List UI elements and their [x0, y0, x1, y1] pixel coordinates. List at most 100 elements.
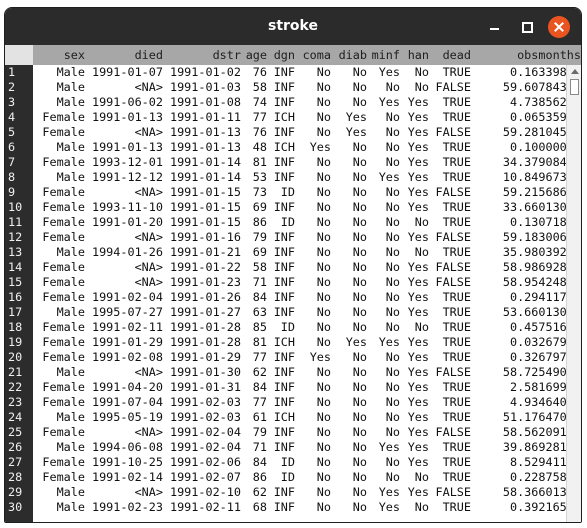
table-row[interactable]: Female 1991-07-04 1991-02-03 77 INF No No No Yes…: [33, 395, 566, 410]
cell-dead: TRUE: [442, 380, 471, 394]
table-row[interactable]: Female 1991-01-20 1991-01-15 86 ID No No No No TR…: [33, 215, 566, 230]
table-row[interactable]: Male <NA> 1991-01-03 58 INF No No No No FALSE 59.6…: [33, 80, 566, 95]
cell-age: 53: [252, 170, 267, 184]
table-row[interactable]: Female 1991-04-20 1991-01-31 84 INF No No No Yes…: [33, 380, 566, 395]
table-row[interactable]: Female 1991-02-08 1991-01-29 77 INF Yes No No Ye…: [33, 350, 566, 365]
column-header-dstr[interactable]: dstr: [163, 45, 241, 65]
cell-han: Yes: [407, 380, 429, 394]
column-header-died[interactable]: died: [85, 45, 163, 65]
cell-han: Yes: [407, 275, 429, 289]
cell-dstr: 1991-01-11: [169, 110, 241, 124]
table-row[interactable]: Female 1993-11-10 1991-01-15 69 INF No No No Yes…: [33, 200, 566, 215]
table-row[interactable]: Male 1991-02-23 1991-02-11 68 INF No No Yes No TR…: [33, 500, 566, 515]
cell-obsmonths: 2.58169935: [509, 380, 566, 394]
cell-obsmonths: 0.13071895: [509, 215, 566, 229]
column-header-age[interactable]: age: [241, 45, 267, 65]
title-bar[interactable]: stroke: [5, 8, 581, 45]
table-row[interactable]: Female 1991-02-14 1991-02-07 86 ID No No No No TR…: [33, 470, 566, 485]
table-row[interactable]: Male 1995-05-19 1991-02-03 61 ICH No No No Yes TR…: [33, 410, 566, 425]
cell-dead: FALSE: [435, 275, 471, 289]
table-row[interactable]: Female 1991-01-13 1991-01-11 77 ICH No Yes No Ye…: [33, 110, 566, 125]
cell-minf: Yes: [378, 500, 400, 514]
vertical-scrollbar[interactable]: [566, 65, 581, 522]
cell-obsmonths: 34.37908497: [502, 155, 566, 169]
cell-sex: Female: [42, 155, 85, 169]
cell-sex: Female: [42, 260, 85, 274]
cell-obsmonths: 51.17647059: [502, 410, 566, 424]
row-number: 26: [8, 440, 23, 454]
cell-dgn: ID: [280, 320, 295, 334]
cell-diab: No: [352, 170, 367, 184]
table-row[interactable]: Female <NA> 1991-01-13 76 INF No Yes No Yes FALSE…: [33, 125, 566, 140]
table-row[interactable]: Male 1994-06-08 1991-02-04 71 INF No No Yes Yes T…: [33, 440, 566, 455]
table-row[interactable]: Male 1991-01-13 1991-01-13 48 ICH Yes No No Yes T…: [33, 140, 566, 155]
column-header-sex[interactable]: sex: [33, 45, 85, 65]
row-number: 8: [8, 170, 16, 184]
table-row[interactable]: Female 1991-01-29 1991-01-28 81 ICH No Yes Yes Y…: [33, 335, 566, 350]
close-icon[interactable]: [548, 16, 570, 38]
table-row[interactable]: Female <NA> 1991-01-23 71 INF No No No Yes FALSE 5…: [33, 275, 566, 290]
cell-age: 73: [252, 185, 267, 199]
column-header-obsmonths[interactable]: obsmonths: [471, 45, 581, 65]
column-header-dgn[interactable]: dgn: [267, 45, 295, 65]
table-row[interactable]: Female <NA> 1991-01-22 58 INF No No No Yes FALSE 5…: [33, 260, 566, 275]
cell-obsmonths: 58.72549020: [502, 365, 566, 379]
table-row[interactable]: Male 1991-06-02 1991-01-08 74 INF No No Yes Yes T…: [33, 95, 566, 110]
scroll-up-arrow-icon[interactable]: [571, 69, 579, 74]
maximize-icon[interactable]: [516, 16, 538, 38]
cell-coma: No: [316, 125, 331, 139]
table-row[interactable]: Female 1993-12-01 1991-01-14 81 INF No No No Yes…: [33, 155, 566, 170]
column-header-coma[interactable]: coma: [295, 45, 331, 65]
cell-age: 76: [252, 125, 267, 139]
table-row[interactable]: Male 1995-07-27 1991-01-27 63 INF No No No Yes TR…: [33, 305, 566, 320]
column-header-diab[interactable]: diab: [331, 45, 367, 65]
cell-minf: No: [385, 230, 400, 244]
cell-age: 77: [252, 350, 267, 364]
cell-dgn: INF: [273, 230, 295, 244]
table-row[interactable]: Female <NA> 1991-01-16 79 INF No No No Yes FALSE 5…: [33, 230, 566, 245]
cell-diab: No: [352, 275, 367, 289]
table-row[interactable]: Male <NA> 1991-02-10 62 INF No No Yes Yes FALSE 58…: [33, 485, 566, 500]
cell-minf: Yes: [378, 65, 400, 79]
cell-minf: No: [385, 455, 400, 469]
table-row[interactable]: Female 1991-10-25 1991-02-06 84 ID No No No Yes T…: [33, 455, 566, 470]
cell-died: <NA>: [134, 485, 163, 499]
data-viewer-window: stroke sex died dstr age dgn coma diab minf han d…: [4, 7, 582, 523]
cell-age: 71: [252, 440, 267, 454]
cell-diab: No: [352, 65, 367, 79]
cell-dgn: INF: [273, 425, 295, 439]
table-row[interactable]: Female <NA> 1991-02-04 79 INF No No No Yes FALSE 5…: [33, 425, 566, 440]
cell-diab: No: [352, 410, 367, 424]
cell-dgn: INF: [273, 305, 295, 319]
table-row[interactable]: Male 1991-01-07 1991-01-02 76 INF No No Yes No TR…: [33, 65, 566, 80]
cell-died: 1991-07-04: [91, 395, 163, 409]
cell-dgn: ICH: [273, 110, 295, 124]
cell-sex: Male: [56, 410, 85, 424]
minimize-icon[interactable]: [483, 16, 505, 38]
cell-died: <NA>: [134, 230, 163, 244]
cell-dead: TRUE: [442, 245, 471, 259]
column-header-han[interactable]: han: [400, 45, 429, 65]
table-row[interactable]: Male <NA> 1991-01-30 62 INF No No No Yes FALSE 58.…: [33, 365, 566, 380]
table-row[interactable]: Female 1991-02-04 1991-01-26 84 INF No No No Yes…: [33, 290, 566, 305]
cell-coma: No: [316, 290, 331, 304]
cell-dead: TRUE: [442, 215, 471, 229]
row-number: 3: [8, 95, 16, 109]
cell-coma: No: [316, 440, 331, 454]
cell-sex: Male: [56, 485, 85, 499]
cell-obsmonths: 0.45751634: [509, 320, 566, 334]
cell-died: 1991-12-12: [91, 170, 163, 184]
cell-coma: No: [316, 110, 331, 124]
cell-dstr: 1991-01-27: [169, 305, 241, 319]
scrollbar-thumb[interactable]: [570, 79, 579, 95]
cell-obsmonths: 10.84967320: [502, 170, 566, 184]
column-header-minf[interactable]: minf: [367, 45, 400, 65]
table-row[interactable]: Male 1994-01-26 1991-01-21 69 INF No No No No TRU…: [33, 245, 566, 260]
cell-obsmonths: 58.98692810: [502, 260, 566, 274]
table-row[interactable]: Female 1991-02-11 1991-01-28 85 ID No No No No TR…: [33, 320, 566, 335]
column-header-dead[interactable]: dead: [429, 45, 471, 65]
table-row[interactable]: Female <NA> 1991-01-15 73 ID No No No Yes FALSE 59…: [33, 185, 566, 200]
cell-minf: No: [385, 305, 400, 319]
cell-age: 85: [252, 320, 267, 334]
table-row[interactable]: Male 1991-12-12 1991-01-14 53 INF No No Yes Yes T…: [33, 170, 566, 185]
